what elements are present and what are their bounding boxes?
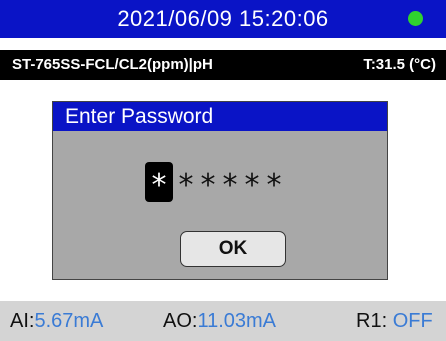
- r1-label: R1:: [356, 310, 393, 332]
- model-name: ST-765SS-FCL/CL2(ppm)|pH: [12, 56, 213, 73]
- temperature-readout: T:31.5 (°C): [363, 56, 436, 73]
- analog-output-status: AO:11.03mA: [163, 301, 276, 341]
- password-char[interactable]: *: [263, 162, 285, 203]
- password-char[interactable]: *: [197, 162, 219, 203]
- ao-label: AO:: [163, 310, 198, 332]
- status-indicator-icon: [408, 11, 423, 26]
- instrument-info-bar: ST-765SS-FCL/CL2(ppm)|pH T:31.5 (°C): [0, 50, 446, 80]
- password-dialog: Enter Password * * * * * * OK: [52, 101, 388, 280]
- ai-label: AI:: [10, 310, 35, 332]
- datetime-bar: 2021/06/09 15:20:06: [0, 0, 446, 38]
- password-char[interactable]: *: [241, 162, 263, 203]
- password-input[interactable]: * * * * * *: [145, 162, 285, 203]
- output-status-bar: AI:5.67mA AO:11.03mA R1: OFF: [0, 301, 446, 341]
- password-char-active[interactable]: *: [145, 162, 173, 203]
- ok-button[interactable]: OK: [180, 231, 286, 267]
- relay-status: R1: OFF: [356, 301, 433, 341]
- device-screen: 2021/06/09 15:20:06 ST-765SS-FCL/CL2(ppm…: [0, 0, 446, 341]
- dialog-title: Enter Password: [53, 102, 387, 131]
- ao-value: 11.03mA: [197, 310, 277, 332]
- password-char[interactable]: *: [175, 162, 197, 203]
- ai-value: 5.67mA: [34, 310, 104, 332]
- datetime-display: 2021/06/09 15:20:06: [117, 6, 329, 31]
- password-char[interactable]: *: [219, 162, 241, 203]
- analog-input-status: AI:5.67mA: [10, 301, 103, 341]
- r1-value: OFF: [392, 310, 433, 332]
